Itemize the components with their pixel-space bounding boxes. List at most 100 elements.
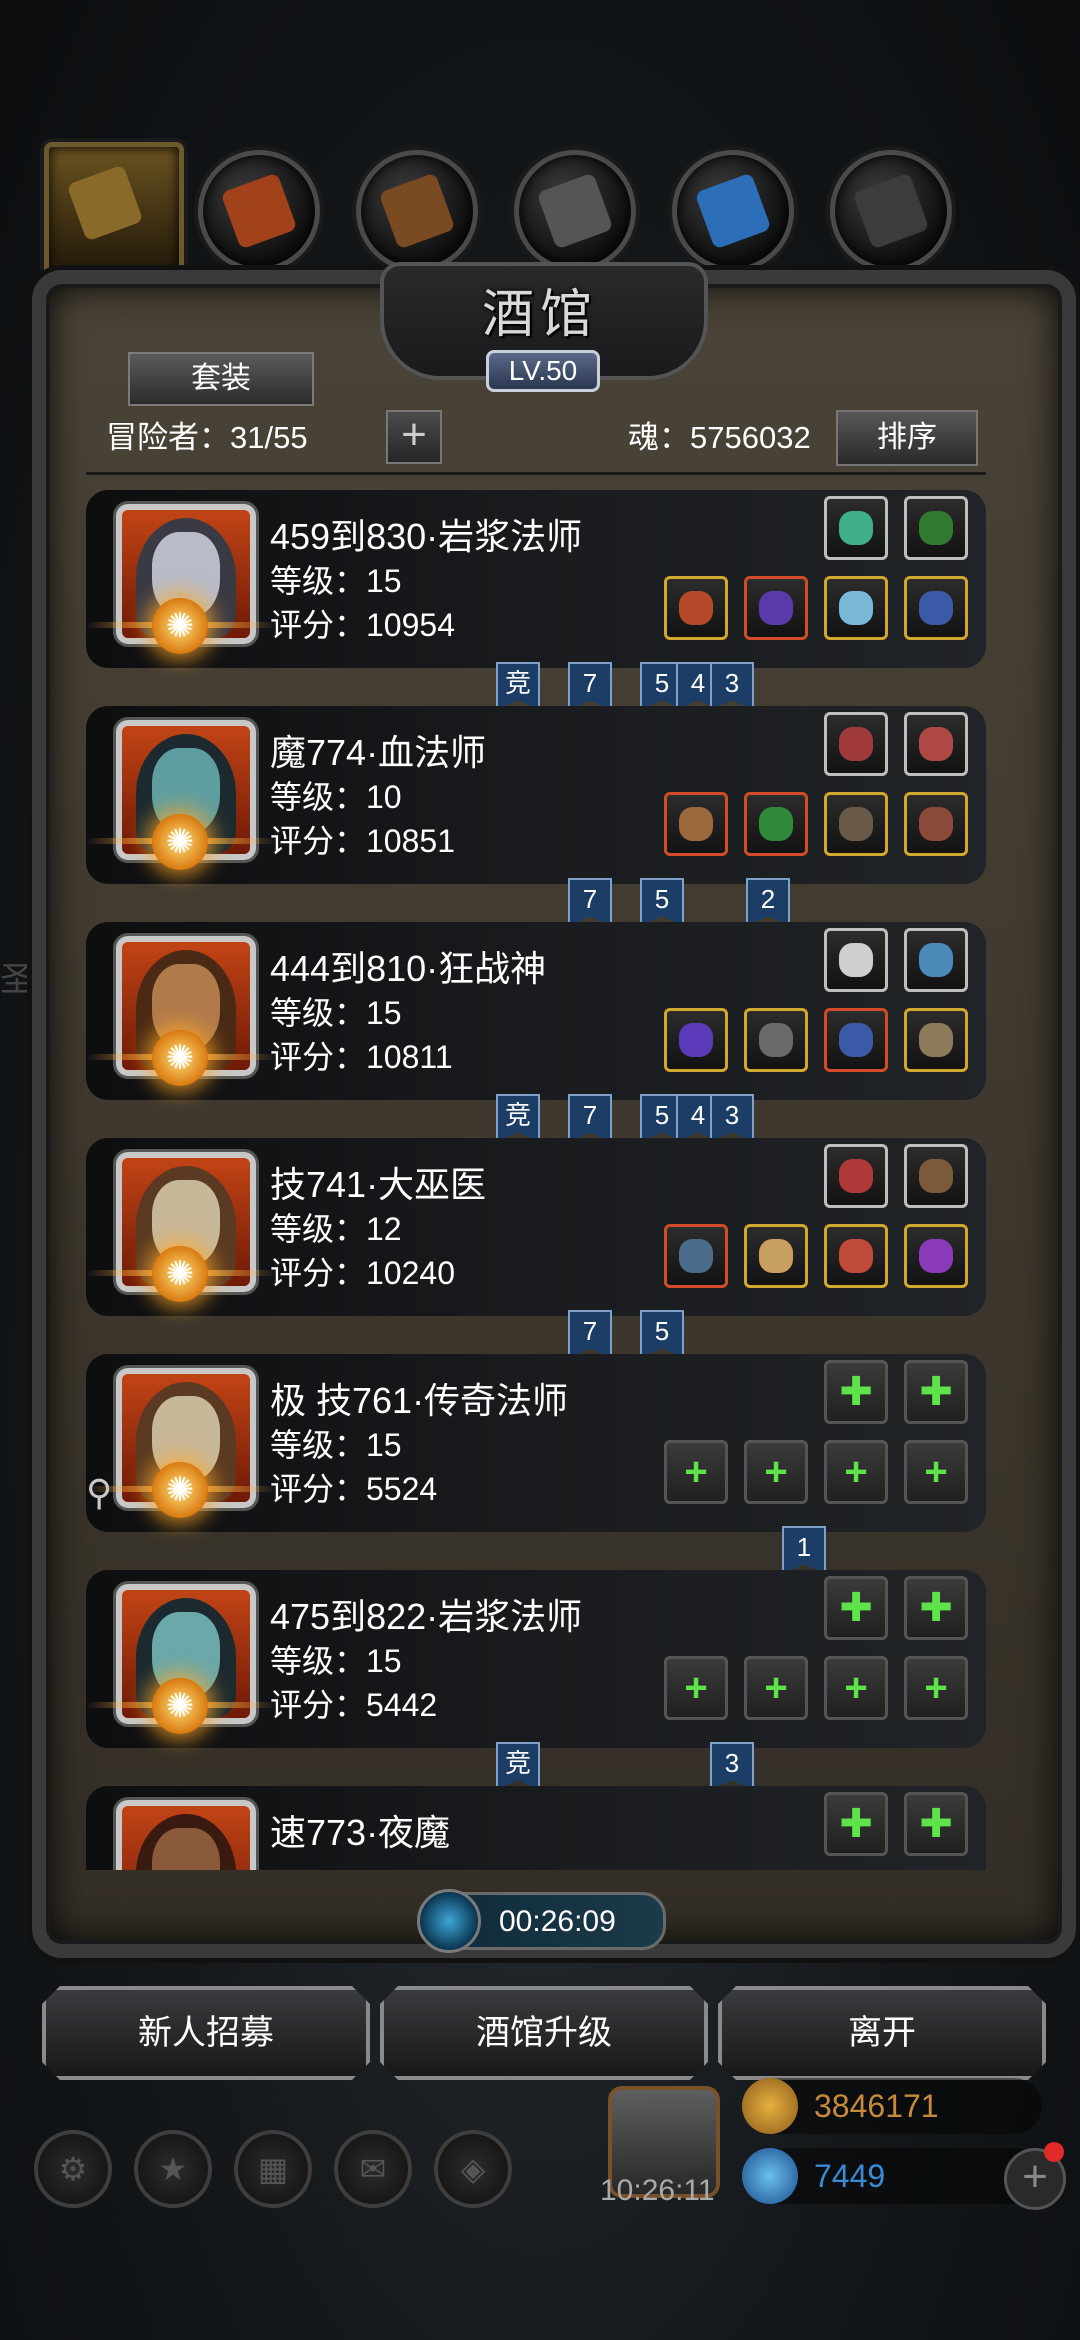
hero-card[interactable]: ✺ 技741·大巫医 等级：12 评分：10240 7 5: [86, 1138, 986, 1358]
hero-score: 评分：10954: [270, 607, 455, 643]
hero-card[interactable]: ✺ 459到830·岩浆法师 等级：15 评分：10954 竞 7 5 4 3: [86, 490, 986, 710]
running-icon: ⚲: [86, 1472, 113, 1513]
tab-chest[interactable]: [356, 150, 478, 272]
recruit-button[interactable]: 新人招募: [42, 1986, 370, 2080]
panel-title: 酒馆: [481, 285, 598, 345]
equipment-slot[interactable]: [824, 792, 888, 856]
gem-slot[interactable]: [904, 712, 968, 776]
gem-resource: 7449: [742, 2148, 1042, 2204]
equipment-category-icon: [220, 172, 298, 250]
set-button[interactable]: 套装: [128, 352, 314, 406]
empty-equipment-slot[interactable]: +: [664, 1656, 728, 1720]
equipment-slot[interactable]: [744, 792, 808, 856]
attribute-tag: 2: [746, 878, 790, 926]
hero-card[interactable]: ✺ 魔774·血法师 等级：10 评分：10851 7 5 2: [86, 706, 986, 926]
sort-button[interactable]: 排序: [836, 410, 978, 466]
hero-name: 444到810·狂战神: [270, 948, 547, 989]
equipment-category-icon: [852, 172, 930, 250]
rank-icon[interactable]: ▦: [234, 2130, 312, 2208]
gem-icon: [919, 727, 953, 761]
empty-equipment-slot[interactable]: +: [824, 1440, 888, 1504]
hero-portrait[interactable]: [116, 1800, 256, 1870]
hero-level: 等级：15: [270, 1643, 402, 1679]
gem-slot[interactable]: [824, 928, 888, 992]
empty-gem-slot[interactable]: ✚: [824, 1792, 888, 1856]
empty-gem-slot[interactable]: ✚: [824, 1576, 888, 1640]
tab-gloves[interactable]: [198, 150, 320, 272]
empty-equipment-slot[interactable]: +: [744, 1656, 808, 1720]
map-icon[interactable]: ◈: [434, 2130, 512, 2208]
equipment-icon: [679, 1239, 713, 1273]
gem-slot[interactable]: [904, 1144, 968, 1208]
tab-blue[interactable]: [672, 150, 794, 272]
tab-dark[interactable]: [830, 150, 952, 272]
empty-equipment-slot[interactable]: +: [904, 1440, 968, 1504]
add-icon: +: [684, 1666, 708, 1710]
mail-icon[interactable]: ✉: [334, 2130, 412, 2208]
attribute-tag: 7: [568, 878, 612, 926]
equipment-slot[interactable]: [904, 792, 968, 856]
equipment-slot[interactable]: [664, 1224, 728, 1288]
empty-gem-slot[interactable]: ✚: [904, 1360, 968, 1424]
add-icon: +: [764, 1666, 788, 1710]
equipment-slot[interactable]: [744, 1224, 808, 1288]
equipment-icon: [839, 591, 873, 625]
gem-slot[interactable]: [904, 496, 968, 560]
soul-count: 魂：5756032: [628, 420, 811, 455]
tab-hero[interactable]: [44, 142, 184, 282]
gift-timer: 10:26:11: [600, 2174, 715, 2207]
gem-slot[interactable]: [904, 928, 968, 992]
attribute-tag: 3: [710, 1094, 754, 1142]
equipment-slot[interactable]: [664, 576, 728, 640]
equipment-category-icon: [536, 172, 614, 250]
equipment-category-icon: [694, 172, 772, 250]
empty-gem-slot[interactable]: ✚: [904, 1792, 968, 1856]
empty-equipment-slot[interactable]: +: [824, 1656, 888, 1720]
gem-icon: [839, 943, 873, 977]
empty-gem-slot[interactable]: ✚: [904, 1576, 968, 1640]
hero-card[interactable]: ✺ 475到822·岩浆法师 等级：15 评分：5442 ✚ ✚ + + + + 竞 3: [86, 1570, 986, 1790]
hero-level: 等级：15: [270, 995, 402, 1031]
gem-slot[interactable]: [824, 1144, 888, 1208]
gem-slot[interactable]: [824, 712, 888, 776]
equipment-icon: [759, 1023, 793, 1057]
equipment-icon: [839, 1023, 873, 1057]
upgrade-tavern-button[interactable]: 酒馆升级: [380, 1986, 708, 2080]
attribute-tag: 7: [568, 662, 612, 710]
equipment-slot[interactable]: [904, 1008, 968, 1072]
star-icon[interactable]: ★: [134, 2130, 212, 2208]
hero-card[interactable]: ✺ 极 技761·传奇法师 等级：15 评分：5524 ⚲ ✚ ✚ + + + +1: [86, 1354, 986, 1574]
hero-list[interactable]: ✺ 459到830·岩浆法师 等级：15 评分：10954 竞 7 5 4 3 ✺ 魔774·血法师…: [86, 490, 986, 1870]
equipment-slot[interactable]: [824, 576, 888, 640]
gem-icon: [839, 1159, 873, 1193]
equipment-slot[interactable]: [744, 1008, 808, 1072]
equipment-icon: [679, 1023, 713, 1057]
equipment-slot[interactable]: [664, 1008, 728, 1072]
equipment-slot[interactable]: [744, 576, 808, 640]
empty-gem-slot[interactable]: ✚: [824, 1360, 888, 1424]
hero-card[interactable]: ✺ 444到810·狂战神 等级：15 评分：10811 竞 7 5 4 3: [86, 922, 986, 1142]
settings-icon[interactable]: ⚙: [34, 2130, 112, 2208]
equipment-slot[interactable]: [904, 576, 968, 640]
gem-slot[interactable]: [824, 496, 888, 560]
leave-button[interactable]: 离开: [718, 1986, 1046, 2080]
equipment-slot[interactable]: [824, 1224, 888, 1288]
equipment-slot[interactable]: [904, 1224, 968, 1288]
hero-level: 等级：10: [270, 779, 402, 815]
empty-equipment-slot[interactable]: +: [904, 1656, 968, 1720]
tab-grey[interactable]: [514, 150, 636, 272]
equipment-slot[interactable]: [824, 1008, 888, 1072]
empty-equipment-slot[interactable]: +: [664, 1440, 728, 1504]
hero-name: 459到830·岩浆法师: [270, 516, 583, 557]
add-adventurer-button[interactable]: +: [386, 410, 442, 464]
tavern-level-badge: LV.50: [486, 350, 600, 392]
gold-resource: 3846171: [742, 2078, 1042, 2134]
gem-icon: [839, 727, 873, 761]
add-icon: ✚: [839, 1370, 873, 1414]
gem-amount: 7449: [814, 2158, 886, 2194]
gem-icon: [839, 511, 873, 545]
equipment-slot[interactable]: [664, 792, 728, 856]
hero-card[interactable]: 速773·夜魔 ✚ ✚: [86, 1786, 986, 1870]
timer-icon: [417, 1889, 481, 1953]
empty-equipment-slot[interactable]: +: [744, 1440, 808, 1504]
